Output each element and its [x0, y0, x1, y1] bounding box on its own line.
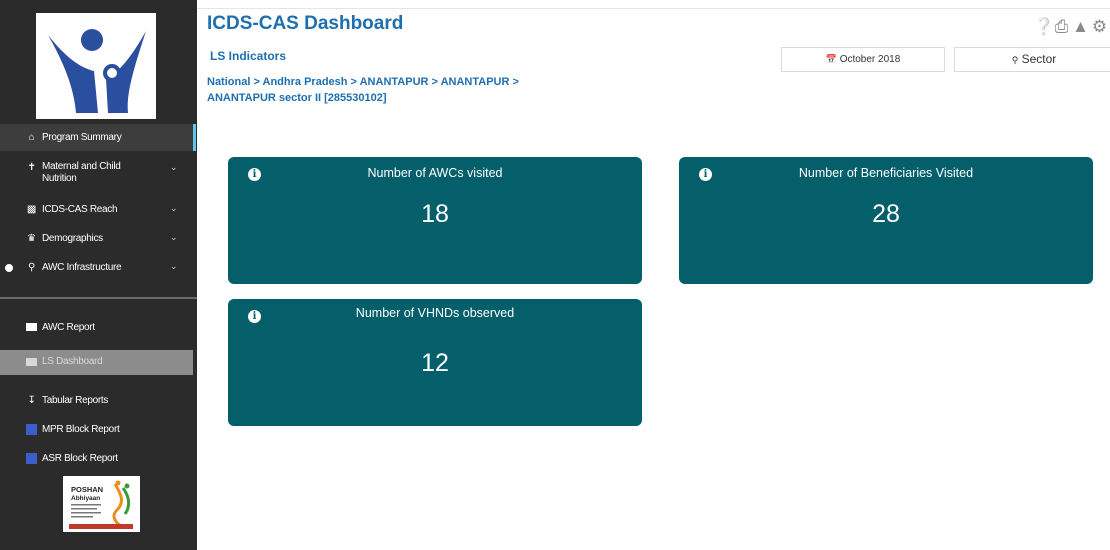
report-icon — [26, 424, 37, 435]
sidebar: ⌂ Program Summary ✝ Maternal and Child N… — [0, 0, 197, 550]
download-icon: ↧ — [27, 395, 36, 406]
sidebar-item-label: LS Dashboard — [42, 356, 103, 367]
sidebar-item-demographics[interactable]: ♛ Demographics ⌄ — [0, 232, 193, 246]
chevron-down-icon: ⌄ — [170, 162, 178, 172]
card-value: 28 — [872, 200, 900, 228]
breadcrumb-line-2[interactable]: ANANTAPUR sector II [285530102] — [207, 90, 617, 106]
card-vhnds-observed: i Number of VHNDs observed 12 — [228, 299, 642, 426]
chevron-down-icon: ⌄ — [170, 203, 178, 213]
card-title: Number of VHNDs observed — [355, 306, 515, 320]
sidebar-item-label: Tabular Reports — [42, 395, 109, 406]
sidebar-item-tabular-reports[interactable]: ↧ Tabular Reports — [0, 394, 193, 408]
chart-icon: ▩ — [26, 204, 37, 215]
help-icon[interactable]: ❔ — [1033, 17, 1054, 37]
document-icon — [26, 323, 37, 334]
header-toolbar: ❔⎙ ▲ ⚙ — [1033, 17, 1109, 37]
sidebar-item-awc-report[interactable]: AWC Report — [0, 321, 193, 335]
card-awcs-visited: i Number of AWCs visited 18 — [228, 157, 642, 284]
location-icon: ⚲ — [1011, 55, 1019, 65]
sidebar-item-label: MPR Block Report — [42, 424, 120, 435]
sidebar-item-label: AWC Infrastructure — [42, 262, 122, 273]
sidebar-item-label: Demographics — [42, 233, 103, 244]
location-filter-button[interactable]: ⚲ Sector — [954, 47, 1110, 72]
svg-text:Abhiyaan: Abhiyaan — [71, 495, 100, 502]
card-title: Number of AWCs visited — [367, 166, 503, 180]
card-value: 18 — [421, 200, 449, 228]
sidebar-item-mpr-block-report[interactable]: MPR Block Report — [0, 423, 193, 437]
header-divider — [197, 8, 1110, 9]
dashboard-icon — [26, 358, 37, 369]
home-icon: ⌂ — [28, 132, 35, 143]
svg-text:POSHAN: POSHAN — [71, 485, 103, 494]
chevron-down-icon: ⌄ — [170, 232, 178, 242]
sidebar-item-label: Program Summary — [42, 132, 122, 143]
location-filter-label: Sector — [1021, 52, 1057, 66]
breadcrumb: National > Andhra Pradesh > ANANTAPUR > … — [207, 74, 617, 106]
calendar-icon: 📅 — [825, 54, 837, 64]
card-title: Number of Beneficiaries Visited — [798, 166, 974, 180]
print-icon[interactable]: ⎙ — [1052, 17, 1071, 37]
location-icon: ⚲ — [27, 262, 36, 273]
sidebar-item-label: ICDS-CAS Reach — [42, 204, 118, 215]
sidebar-item-asr-block-report[interactable]: ASR Block Report — [0, 452, 193, 466]
sidebar-item-label-line2: Nutrition — [42, 173, 77, 184]
sidebar-item-icds-cas-reach[interactable]: ▩ ICDS-CAS Reach ⌄ — [0, 203, 193, 217]
sidebar-divider — [0, 297, 197, 299]
page-subtitle: LS Indicators — [210, 49, 287, 63]
sidebar-item-awc-infrastructure[interactable]: ⚲ AWC Infrastructure ⌄ — [0, 261, 193, 275]
date-filter-label: October 2018 — [839, 54, 901, 65]
date-filter-button[interactable]: 📅 October 2018 — [781, 47, 945, 72]
chevron-down-icon: ⌄ — [170, 261, 178, 271]
card-value: 12 — [421, 349, 449, 377]
sidebar-item-label: AWC Report — [42, 322, 95, 333]
active-indicator — [193, 124, 196, 151]
warning-icon[interactable]: ▲ — [1071, 17, 1090, 37]
sidebar-item-maternal-child-nutrition[interactable]: ✝ Maternal and Child Nutrition ⌄ — [0, 160, 193, 188]
report-icon — [26, 453, 37, 464]
page-title: ICDS-CAS Dashboard — [207, 13, 404, 34]
icds-logo[interactable] — [36, 13, 156, 119]
breadcrumb-line-1[interactable]: National > Andhra Pradesh > ANANTAPUR > … — [207, 74, 617, 90]
card-beneficiaries-visited: i Number of Beneficiaries Visited 28 — [679, 157, 1093, 284]
sidebar-item-program-summary[interactable]: ⌂ Program Summary — [0, 124, 193, 151]
sidebar-item-ls-dashboard[interactable]: LS Dashboard — [0, 350, 193, 375]
child-icon: ✝ — [27, 162, 36, 173]
sidebar-item-label: ASR Block Report — [42, 453, 118, 464]
poshan-abhiyaan-logo: POSHAN Abhiyaan — [63, 476, 140, 532]
sidebar-item-label: Maternal and Child — [42, 161, 121, 172]
settings-icon[interactable]: ⚙ — [1090, 17, 1109, 37]
users-icon: ♛ — [27, 233, 36, 244]
